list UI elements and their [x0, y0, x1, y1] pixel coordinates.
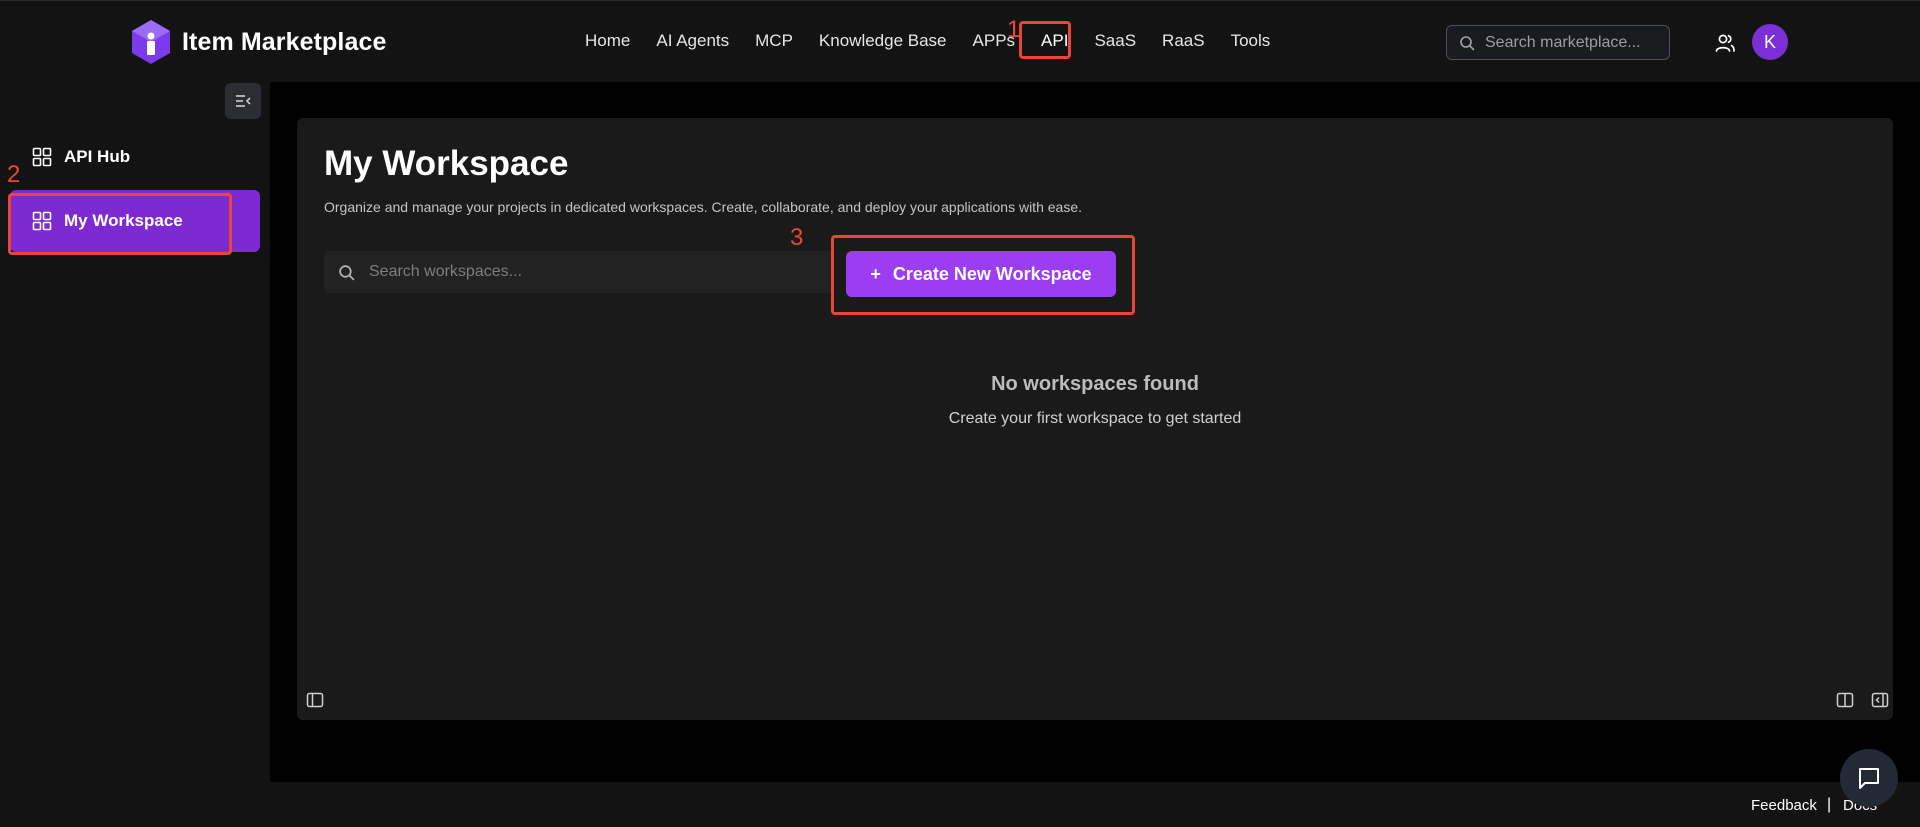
nav-item-tools[interactable]: Tools — [1218, 27, 1284, 55]
search-icon — [339, 264, 355, 280]
workspace-search-input[interactable] — [369, 263, 809, 281]
nav-item-saas[interactable]: SaaS — [1081, 27, 1149, 55]
sidebar-item-api-hub[interactable]: API Hub — [10, 126, 260, 188]
main-nav: Home AI Agents MCP Knowledge Base APPs A… — [572, 27, 1283, 55]
page-subtitle: Organize and manage your projects in ded… — [324, 199, 1082, 215]
marketplace-search-input[interactable] — [1485, 33, 1660, 52]
sidebar-item-label: API Hub — [64, 147, 131, 166]
nav-item-home[interactable]: Home — [572, 27, 643, 55]
feedback-link[interactable]: Feedback — [1751, 797, 1817, 814]
search-icon — [1460, 35, 1475, 50]
split-view-icon[interactable] — [1836, 691, 1854, 709]
annotation-box-api — [1019, 21, 1071, 59]
empty-state-title: No workspaces found — [991, 373, 1199, 395]
nav-item-raas[interactable]: RaaS — [1149, 27, 1218, 55]
marketplace-search — [1446, 25, 1670, 60]
nav-item-ai-agents[interactable]: AI Agents — [643, 27, 742, 55]
workspace-search — [324, 251, 834, 293]
bottom-bar: Feedback | Docs — [0, 782, 1920, 827]
top-navigation-bar: Item Marketplace Home AI Agents MCP Know… — [0, 0, 1920, 82]
page-title: My Workspace — [324, 144, 569, 183]
brand-name: Item Marketplace — [182, 27, 387, 56]
empty-state-subtitle: Create your first workspace to get start… — [948, 410, 1242, 427]
chat-icon — [1859, 768, 1879, 789]
brand-logo[interactable]: Item Marketplace — [130, 19, 386, 65]
annotation-number: 1 — [1007, 16, 1021, 43]
collapse-sidebar-icon — [236, 95, 251, 107]
logo-icon — [132, 20, 170, 64]
panel-footer — [297, 680, 1893, 720]
sidebar-collapse-button[interactable] — [225, 83, 261, 119]
nav-item-mcp[interactable]: MCP — [742, 27, 806, 55]
nav-item-knowledge-base[interactable]: Knowledge Base — [806, 27, 960, 55]
sidebar: API Hub My Workspace — [0, 82, 270, 782]
annotation-box-my-workspace — [8, 193, 232, 255]
user-avatar[interactable]: K — [1752, 24, 1788, 60]
annotation-box-create-workspace — [831, 235, 1135, 315]
workspace-panel: My Workspace Organize and manage your pr… — [297, 118, 1893, 720]
users-icon[interactable] — [1714, 32, 1736, 54]
sidebar-panel-icon[interactable] — [306, 691, 324, 709]
footer-separator: | — [1827, 796, 1832, 813]
annotation-number: 3 — [790, 224, 804, 251]
collapse-panel-icon[interactable] — [1871, 691, 1889, 709]
grid-icon — [32, 147, 52, 167]
main-content: My Workspace Organize and manage your pr… — [270, 82, 1920, 782]
chat-button[interactable] — [1840, 749, 1898, 807]
annotation-number: 2 — [7, 161, 21, 188]
